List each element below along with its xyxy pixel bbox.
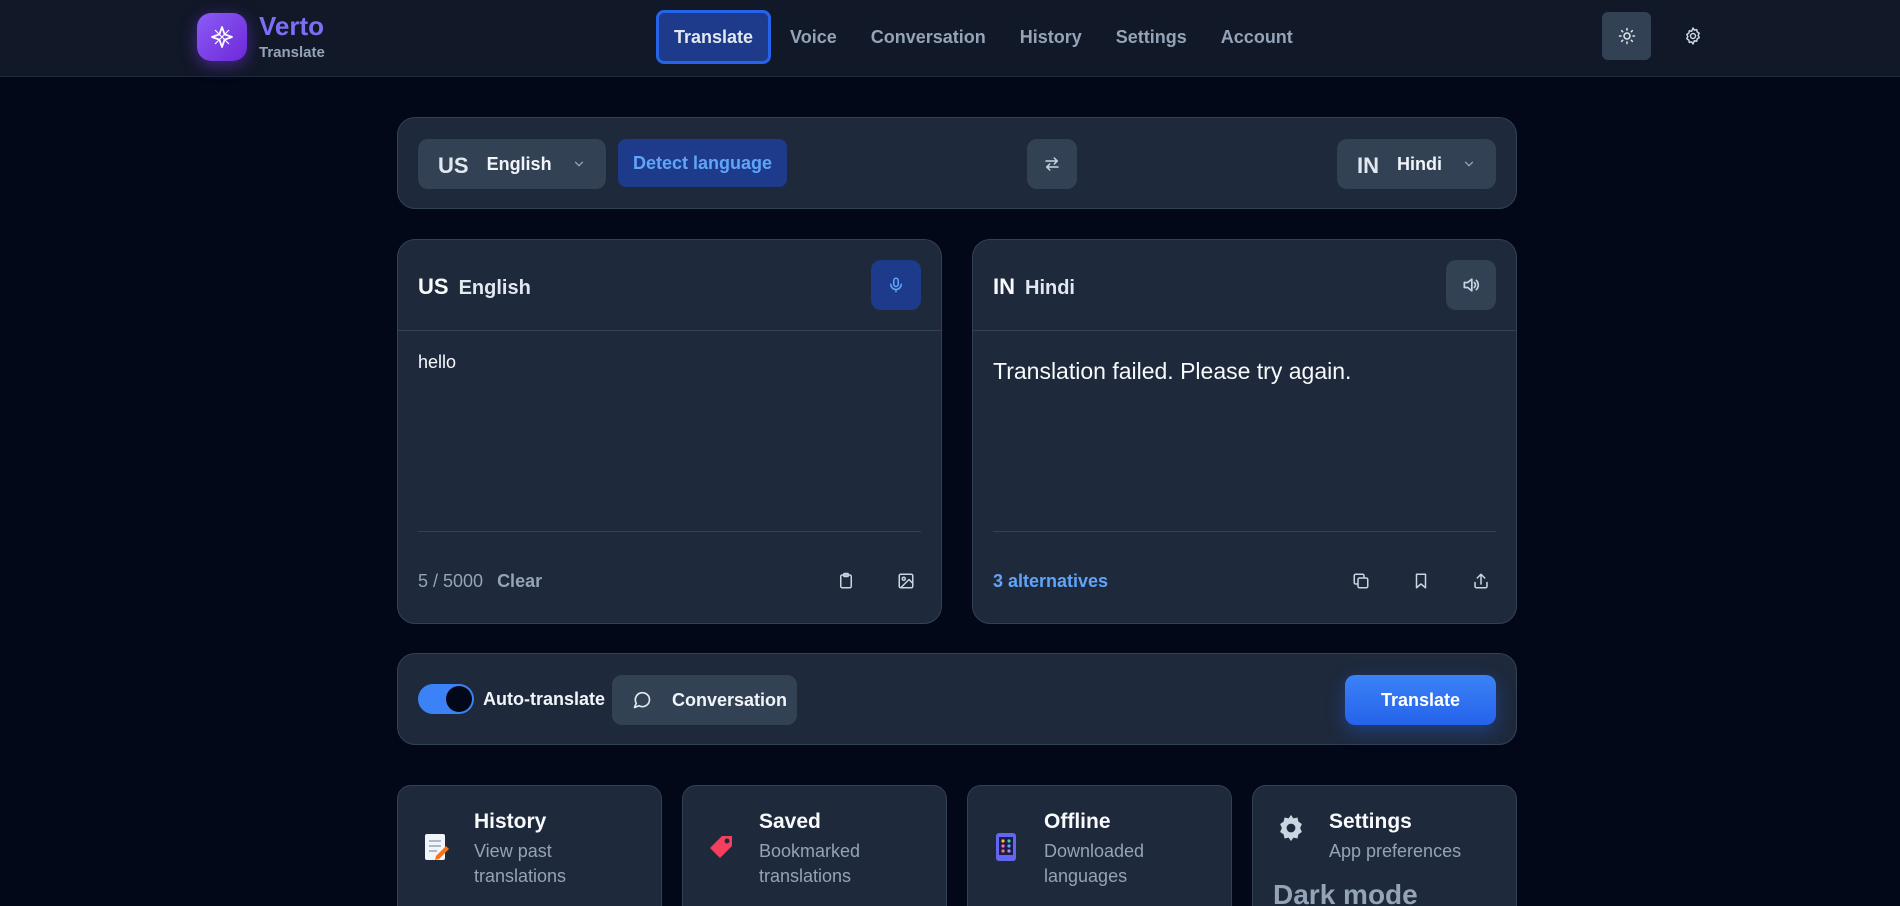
chat-bubble-icon xyxy=(632,690,652,710)
card-description: Bookmarked translations xyxy=(759,841,861,886)
swap-languages-button[interactable] xyxy=(1027,139,1077,189)
translation-output: Translation failed. Please try again. xyxy=(993,358,1352,384)
target-language-select[interactable]: IN Hindi xyxy=(1337,139,1496,189)
gear-icon xyxy=(1683,26,1703,46)
swap-arrows-icon xyxy=(1043,155,1061,173)
character-counter: 5 / 5000 xyxy=(418,570,484,591)
microphone-icon xyxy=(887,276,905,294)
main-nav: Translate Voice Conversation History Set… xyxy=(656,10,1310,64)
alternatives-link[interactable]: 3 alternatives xyxy=(993,571,1108,592)
clear-button[interactable]: Clear xyxy=(497,571,542,592)
image-icon[interactable] xyxy=(891,566,921,596)
conversation-button-label: Conversation xyxy=(672,689,788,710)
nav-settings[interactable]: Settings xyxy=(1099,10,1204,64)
source-language-name: English xyxy=(486,153,552,174)
source-language-select[interactable]: US English xyxy=(418,139,606,189)
settings-card[interactable]: Settings App preferences Dark mode xyxy=(1252,785,1517,906)
toggle-knob xyxy=(446,686,472,712)
settings-button[interactable] xyxy=(1668,12,1717,60)
target-language-name: Hindi xyxy=(1397,153,1442,174)
share-icon[interactable] xyxy=(1466,566,1496,596)
source-language-code: US xyxy=(438,153,469,178)
card-description: View past translations xyxy=(474,841,567,886)
nav-voice[interactable]: Voice xyxy=(773,10,854,64)
card-title: Saved xyxy=(759,810,821,833)
nav-history[interactable]: History xyxy=(1003,10,1099,64)
card-title: Offline xyxy=(1044,810,1111,833)
language-bar: US English Detect language IN Hindi xyxy=(397,117,1517,209)
divider xyxy=(418,531,921,532)
history-card[interactable]: History View past translations xyxy=(397,785,662,906)
saved-card[interactable]: Saved Bookmarked translations xyxy=(682,785,947,906)
brand[interactable]: Verto Translate xyxy=(197,12,325,61)
divider xyxy=(973,330,1516,331)
brand-subtitle: Translate xyxy=(259,44,325,61)
speaker-icon xyxy=(1461,275,1481,295)
bookmark-icon[interactable] xyxy=(1406,566,1436,596)
offline-card[interactable]: Offline Downloaded languages xyxy=(967,785,1232,906)
card-description: Downloaded languages xyxy=(1044,841,1145,886)
target-panel: IN Hindi Translation failed. Please try … xyxy=(972,239,1517,624)
target-panel-code: IN xyxy=(993,274,1015,299)
source-panel-code: US xyxy=(418,274,449,299)
card-description: App preferences xyxy=(1329,841,1462,861)
target-language-code: IN xyxy=(1357,153,1379,178)
dark-mode-label: Dark mode xyxy=(1273,879,1418,906)
source-panel-language: English xyxy=(458,277,531,299)
nav-translate[interactable]: Translate xyxy=(656,10,772,64)
microphone-button[interactable] xyxy=(871,260,921,310)
card-title: Settings xyxy=(1329,810,1412,833)
brand-name: Verto xyxy=(259,11,325,41)
gear-icon xyxy=(1275,812,1307,844)
memo-icon xyxy=(420,831,452,863)
divider xyxy=(398,330,941,331)
translate-button[interactable]: Translate xyxy=(1345,675,1496,725)
phone-icon xyxy=(990,831,1022,863)
target-panel-language: Hindi xyxy=(1025,277,1075,299)
nav-conversation[interactable]: Conversation xyxy=(854,10,1003,64)
chevron-down-icon xyxy=(1462,157,1476,171)
source-text-input[interactable]: hello xyxy=(418,352,921,373)
theme-toggle-button[interactable] xyxy=(1602,12,1651,60)
sparkle-star-icon xyxy=(197,12,247,61)
clipboard-icon[interactable] xyxy=(831,566,861,596)
speak-button[interactable] xyxy=(1446,260,1496,310)
conversation-button[interactable]: Conversation xyxy=(612,675,797,725)
sun-icon xyxy=(1618,27,1636,45)
detect-language-button[interactable]: Detect language xyxy=(618,139,788,187)
bookmark-tag-icon xyxy=(705,831,737,863)
card-title: History xyxy=(474,810,547,833)
source-panel: US English hello 5 / 5000 Clear xyxy=(397,239,942,624)
divider xyxy=(993,531,1496,532)
nav-account[interactable]: Account xyxy=(1204,10,1310,64)
chevron-down-icon xyxy=(572,157,586,171)
top-navbar: Verto Translate Translate Voice Conversa… xyxy=(0,0,1900,77)
action-bar: Auto-translate Conversation Translate xyxy=(397,653,1517,745)
copy-icon[interactable] xyxy=(1346,566,1376,596)
auto-translate-label: Auto-translate xyxy=(483,689,606,709)
auto-translate-toggle[interactable] xyxy=(418,684,474,714)
